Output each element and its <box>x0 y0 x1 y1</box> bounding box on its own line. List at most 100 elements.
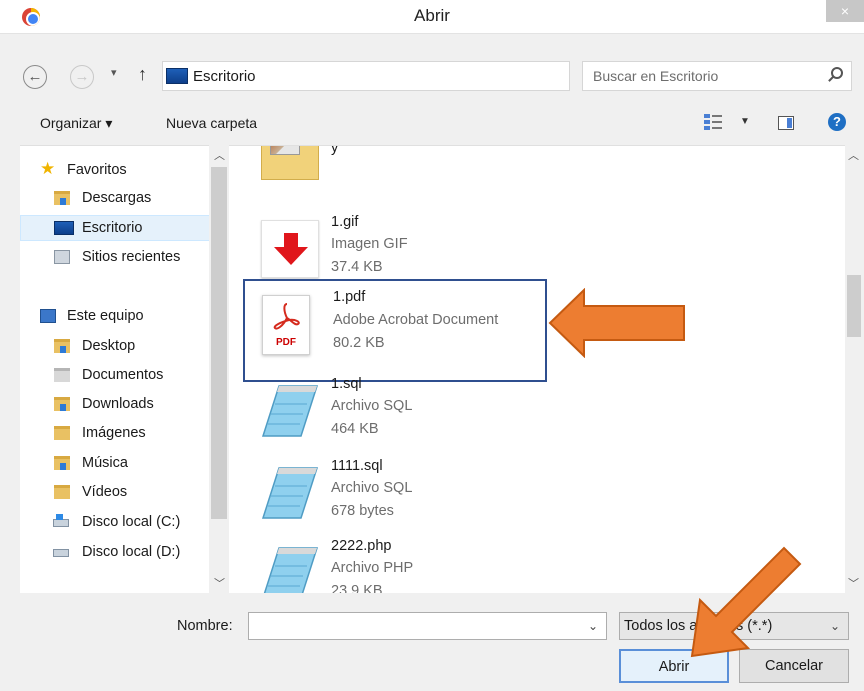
preview-pane-icon[interactable] <box>778 116 794 130</box>
nav-item-label: Descargas <box>82 190 152 206</box>
scrollbar-thumb[interactable] <box>847 275 861 337</box>
file-name: 2222.php <box>331 538 392 554</box>
pictures-folder-icon <box>54 426 70 440</box>
file-size: 678 bytes <box>331 503 394 519</box>
file-list-scrollbar[interactable]: ︿ ﹀ <box>845 145 863 593</box>
file-type: Imagen GIF <box>331 236 408 252</box>
nav-item-label: Escritorio <box>82 220 143 236</box>
help-icon[interactable]: ? <box>828 113 846 131</box>
nav-item-este-equipo[interactable]: Este equipo <box>20 304 210 330</box>
file-size: 80.2 KB <box>333 335 385 351</box>
folder-icon <box>54 339 70 353</box>
nav-scrollbar[interactable]: ︿ ﹀ <box>209 145 229 593</box>
bottom-bar: Nombre: ⌄ Todos los archivos (*.*) ⌄ Abr… <box>0 593 864 691</box>
file-type: Archivo PHP <box>331 560 414 576</box>
file-item-1-sql[interactable]: 1.sql Archivo SQL 464 KB <box>231 376 631 456</box>
windows-drive-icon <box>53 514 69 527</box>
search-input[interactable]: Buscar en Escritorio <box>582 61 852 91</box>
open-button[interactable]: Abrir <box>619 649 729 683</box>
nav-item-label: Disco local (C:) <box>82 514 181 530</box>
nav-item-label: Música <box>82 455 128 471</box>
downloads-folder-icon <box>54 397 70 411</box>
desktop-icon <box>54 221 74 235</box>
file-size: 464 KB <box>331 421 379 437</box>
videos-folder-icon <box>54 485 70 499</box>
notepad-icon <box>261 382 319 440</box>
window-title: Abrir <box>414 6 450 25</box>
nav-item-disco-d[interactable]: Disco local (D:) <box>20 540 210 566</box>
file-item-1111-sql[interactable]: 1111.sql Archivo SQL 678 bytes <box>231 458 631 538</box>
nav-item-label: Sitios recientes <box>82 249 181 265</box>
desktop-icon <box>166 68 188 84</box>
downloads-folder-icon <box>54 191 70 205</box>
nav-item-label: Desktop <box>82 338 136 354</box>
music-folder-icon <box>54 456 70 470</box>
file-type-select[interactable]: Todos los archivos (*.*) ⌄ <box>619 612 849 640</box>
notepad-icon <box>261 464 319 522</box>
nav-item-musica[interactable]: Música <box>20 451 210 477</box>
file-item-1-pdf[interactable]: PDF 1.pdf Adobe Acrobat Document 80.2 KB <box>243 279 547 382</box>
nav-item-disco-c[interactable]: Disco local (C:) <box>20 510 210 536</box>
nav-item-label: Disco local (D:) <box>82 544 181 560</box>
filename-field[interactable]: ⌄ <box>248 612 607 640</box>
nav-item-descargas[interactable]: Descargas <box>20 186 210 212</box>
back-button[interactable]: ← <box>23 65 47 89</box>
new-folder-button[interactable]: Nueva carpeta <box>166 115 257 131</box>
file-list: y 1.gif Imagen GIF 37.4 KB PDF 1.pdf Ado… <box>231 145 848 593</box>
scroll-up-icon[interactable]: ︿ <box>848 147 859 163</box>
nav-item-label: Favoritos <box>67 162 127 178</box>
file-name: 1.pdf <box>333 289 366 305</box>
pdf-icon: PDF <box>262 295 310 355</box>
nav-item-documentos[interactable]: Documentos <box>20 363 210 389</box>
chevron-down-icon[interactable]: ▼ <box>740 116 750 127</box>
scrollbar-thumb[interactable] <box>211 167 227 519</box>
file-type: Archivo SQL <box>331 480 413 496</box>
scroll-up-icon[interactable]: ︿ <box>214 147 225 163</box>
file-name: 1.gif <box>331 214 359 230</box>
nav-item-label: Downloads <box>82 396 154 412</box>
file-name: y <box>331 145 339 156</box>
filename-label: Nombre: <box>177 618 233 634</box>
file-type: Archivo SQL <box>331 398 413 414</box>
up-arrow-button[interactable]: ↑ <box>138 64 147 85</box>
file-name: 1.sql <box>331 376 362 392</box>
nav-item-downloads[interactable]: Downloads <box>20 392 210 418</box>
nav-item-escritorio[interactable]: Escritorio <box>20 215 210 241</box>
recent-locations-chevron-icon[interactable]: ▾ <box>111 66 117 79</box>
organize-button[interactable]: Organizar ▾ <box>40 115 112 132</box>
close-button[interactable]: × <box>826 0 864 22</box>
computer-icon <box>40 309 56 323</box>
nav-item-imagenes[interactable]: Imágenes <box>20 421 210 447</box>
scroll-down-icon[interactable]: ﹀ <box>848 575 859 591</box>
nav-item-label: Este equipo <box>67 308 144 324</box>
file-size: 37.4 KB <box>331 259 383 275</box>
documents-folder-icon <box>54 368 70 382</box>
nav-item-label: Vídeos <box>82 484 128 500</box>
command-toolbar: Organizar ▾ Nueva carpeta ▼ ? <box>0 104 864 142</box>
nav-item-label: Imágenes <box>82 425 146 441</box>
search-icon[interactable] <box>831 67 843 79</box>
address-bar: ← → ▾ ↑ Escritorio ⌄ ↻ Buscar en Escrito… <box>0 57 864 97</box>
file-name: 1111.sql <box>331 458 383 474</box>
nav-item-videos[interactable]: Vídeos <box>20 480 210 506</box>
file-type-value: Todos los archivos (*.*) <box>624 618 773 634</box>
file-item-2222-php[interactable]: 2222.php Archivo PHP 23.9 KB <box>231 538 631 593</box>
recent-places-icon <box>54 250 70 264</box>
nav-item-desktop[interactable]: Desktop <box>20 334 210 360</box>
pdf-label: PDF <box>276 337 296 348</box>
forward-button[interactable]: → <box>70 65 94 89</box>
chevron-down-icon[interactable]: ⌄ <box>830 619 840 633</box>
scroll-down-icon[interactable]: ﹀ <box>214 575 225 591</box>
chevron-down-icon[interactable]: ⌄ <box>588 619 598 633</box>
file-item-y[interactable]: y <box>231 145 631 208</box>
cancel-button[interactable]: Cancelar <box>739 649 849 683</box>
file-type: Adobe Acrobat Document <box>333 312 499 328</box>
star-icon: ★ <box>40 159 56 178</box>
nav-item-sitios-recientes[interactable]: Sitios recientes <box>20 245 210 271</box>
view-options-icon[interactable] <box>704 114 722 130</box>
nav-item-favoritos[interactable]: ★ Favoritos <box>20 158 210 184</box>
path-text: Escritorio <box>193 68 256 85</box>
path-field[interactable]: Escritorio ⌄ ↻ <box>162 61 725 91</box>
gif-down-arrow-icon <box>261 220 319 278</box>
folder-thumbnail-icon <box>261 146 319 180</box>
